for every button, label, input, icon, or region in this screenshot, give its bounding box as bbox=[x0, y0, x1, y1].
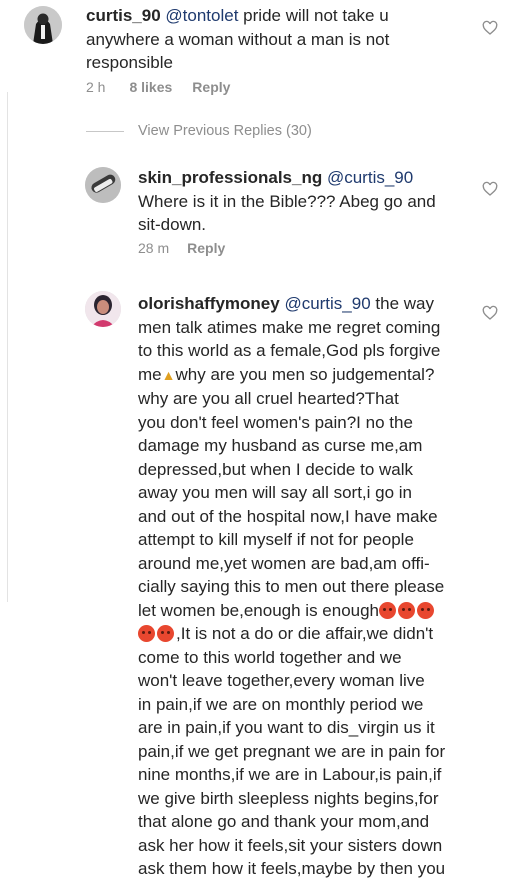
comment-body-line: in pain,if we are on monthly period we bbox=[138, 694, 424, 714]
praying-hands-icon: ▲ bbox=[161, 366, 176, 383]
divider-line bbox=[86, 130, 124, 132]
reply-button[interactable]: Reply bbox=[192, 79, 230, 95]
comment-body-line: why are you all cruel hearted?That bbox=[138, 389, 399, 408]
heart-outline-icon[interactable] bbox=[482, 305, 498, 321]
comment-body-line: let women be,enough is enough bbox=[138, 600, 380, 620]
comment-body-line: men talk atimes make me regret coming bbox=[138, 317, 441, 337]
comment-body-line: sit-down. bbox=[138, 215, 207, 234]
comment-body-line: are in pain,if you want to dis_virgin us… bbox=[138, 718, 435, 737]
comment-body-line: pride will not take u bbox=[243, 6, 389, 25]
comment-body-line: to this world as a female,God pls forgiv… bbox=[138, 341, 441, 360]
comment-body-line: that alone go and thank your mom,and bbox=[138, 812, 430, 831]
view-previous-replies[interactable]: View Previous Replies (30) bbox=[86, 120, 312, 142]
comment-body-line: attempt to kill myself if not for people bbox=[138, 530, 414, 549]
angry-face-icon bbox=[138, 625, 155, 642]
comment-body-line: nine months,if we are in Labour,is pain,… bbox=[138, 765, 442, 784]
comment-body-line: damage my husband as curse me,am bbox=[138, 436, 423, 455]
comment-body-line: won't leave together,every woman live bbox=[138, 671, 425, 690]
comment-text: skin_professionals_ng @curtis_90 Where i… bbox=[138, 166, 478, 237]
comment-text: curtis_90 @tontolet pride will not take … bbox=[86, 4, 476, 75]
avatar[interactable] bbox=[85, 167, 121, 203]
angry-face-icon bbox=[379, 601, 397, 619]
heart-outline-icon[interactable] bbox=[482, 20, 498, 36]
comment-body-line: ,It is not a do or die affair,we didn't bbox=[176, 624, 434, 643]
comment-body-line: responsible bbox=[86, 53, 173, 72]
comment-body-line: anywhere a woman without a man is not bbox=[86, 29, 390, 49]
comment-mention[interactable]: @curtis_90 bbox=[327, 168, 413, 187]
comment-body-line: depressed,but when I decide to walk bbox=[138, 459, 414, 479]
comment-time: 28 m bbox=[138, 240, 170, 256]
thread-divider bbox=[7, 92, 8, 602]
comment-time: 2 h bbox=[86, 79, 106, 95]
comment-body-line: you don't feel women's pain?I no the bbox=[138, 412, 413, 432]
comment-body-line: come to this world together and we bbox=[138, 647, 402, 667]
comment-body-line: away you men will say all sort,i go in bbox=[138, 483, 413, 502]
avatar[interactable] bbox=[85, 291, 121, 327]
angry-face-icon bbox=[398, 601, 416, 619]
comment-body-line: why are you men so judgemental? bbox=[175, 364, 435, 384]
comment-mention[interactable]: @tontolet bbox=[165, 6, 238, 25]
comment-body-line: Where is it in the Bible??? Abeg go and bbox=[138, 191, 436, 211]
comment-meta: 2 h 8 likes Reply bbox=[86, 79, 246, 95]
heart-outline-icon[interactable] bbox=[482, 181, 498, 197]
avatar[interactable] bbox=[24, 6, 62, 44]
comment-body-line: the way bbox=[375, 294, 435, 313]
angry-face-icon bbox=[157, 625, 174, 642]
comment-body-line: pain,if we get pregnant we are in pain f… bbox=[138, 741, 446, 761]
likes-count[interactable]: 8 likes bbox=[129, 79, 172, 95]
angry-face-icon bbox=[417, 601, 435, 619]
comment-mention[interactable]: @curtis_90 bbox=[284, 294, 370, 313]
comment-meta: 28 m Reply bbox=[138, 240, 241, 256]
comment-username[interactable]: curtis_90 bbox=[86, 6, 161, 25]
comment-body-line: ask her how it feels,sit your sisters do… bbox=[138, 835, 443, 855]
comment-body-line: me bbox=[138, 364, 162, 384]
reply-button[interactable]: Reply bbox=[187, 240, 225, 256]
comment-username[interactable]: skin_professionals_ng bbox=[138, 168, 322, 187]
comment-username[interactable]: olorishaffymoney bbox=[138, 294, 280, 313]
view-previous-label: View Previous Replies (30) bbox=[138, 123, 312, 139]
comment-text: olorishaffymoney @curtis_90 the way men … bbox=[138, 292, 478, 881]
comment-body-line: and out of the hospital now,I have make bbox=[138, 506, 438, 526]
comment-body-line: we give birth sleepless nights begins,fo… bbox=[138, 788, 439, 808]
comment-body-line: cially saying this to men out there plea… bbox=[138, 577, 445, 596]
comment-body-line: around me,yet women are bad,am offi- bbox=[138, 553, 430, 573]
comment-body-line: ask them how it feels,maybe by then you bbox=[138, 859, 446, 878]
